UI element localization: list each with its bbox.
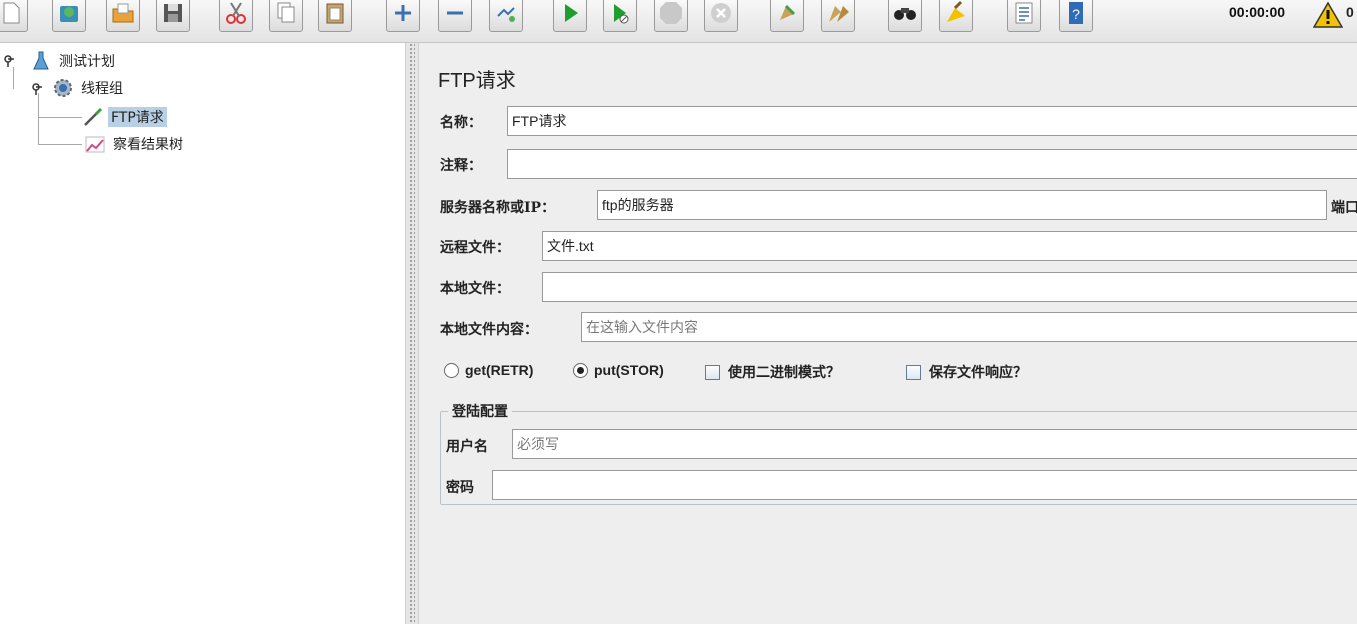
stop-icon[interactable] [654, 0, 688, 32]
clear-all-icon[interactable] [821, 0, 855, 32]
shutdown-icon[interactable] [704, 0, 738, 32]
tree-item-label: 线程组 [81, 81, 123, 97]
get-label: get(RETR) [465, 362, 534, 378]
name-field[interactable]: FTP请求 [507, 106, 1357, 136]
start-no-pauses-icon[interactable] [603, 0, 637, 32]
splitter-grip [409, 43, 415, 624]
login-config-title: 登陆配置 [448, 401, 512, 421]
binary-option[interactable]: 使用二进制模式？ [705, 362, 840, 382]
binary-checkbox[interactable] [705, 364, 720, 380]
get-radio[interactable] [444, 362, 459, 378]
tree-item-label: 察看结果树 [113, 137, 183, 153]
tree-item-label: FTP请求 [108, 107, 167, 127]
thread-group-icon [52, 77, 74, 99]
collapse-icon[interactable] [438, 0, 472, 32]
toolbar: ? 00:00:00 0 [0, 0, 1357, 43]
clear-icon[interactable] [770, 0, 804, 32]
tree-item-label: 测试计划 [59, 54, 115, 70]
tree-item-test-plan[interactable]: 测试计划 [30, 50, 118, 72]
remote-file-label: 远程文件： [440, 240, 510, 256]
warning-count: 0 [1346, 4, 1354, 20]
get-option[interactable]: get(RETR) [444, 362, 533, 378]
sampler-icon [82, 106, 104, 128]
binary-label: 使用二进制模式？ [728, 365, 840, 381]
expand-handle-icon[interactable] [2, 55, 14, 67]
test-plan-icon [30, 50, 52, 72]
server-field[interactable]: ftp的服务器 [597, 190, 1327, 220]
save-response-checkbox[interactable] [906, 364, 921, 380]
username-field[interactable]: 必须写 [512, 429, 1357, 459]
cut-icon[interactable] [219, 0, 253, 32]
copy-icon[interactable] [269, 0, 303, 32]
function-helper-icon[interactable] [1007, 0, 1041, 32]
username-label: 用户名 [446, 439, 488, 455]
toggle-icon[interactable] [489, 0, 523, 32]
open-icon[interactable] [106, 0, 140, 32]
reset-search-icon[interactable] [939, 0, 973, 32]
local-content-label: 本地文件内容： [440, 322, 538, 338]
splitter[interactable] [405, 43, 419, 624]
save-response-option[interactable]: 保存文件响应？ [906, 362, 1027, 382]
local-file-label: 本地文件： [440, 281, 510, 297]
put-radio[interactable] [573, 362, 588, 378]
test-plan-tree: 测试计划 线程组 FTP请求 察看结果树 [0, 43, 405, 624]
help-icon[interactable]: ? [1059, 0, 1093, 32]
put-option[interactable]: put(STOR) [573, 362, 664, 378]
port-label: 端口 [1331, 200, 1357, 216]
local-file-field[interactable] [542, 272, 1357, 302]
tree-item-ftp-request[interactable]: FTP请求 [82, 106, 167, 128]
password-label: 密码 [446, 480, 474, 496]
comment-field[interactable] [507, 149, 1357, 179]
page-title: FTP请求 [438, 70, 516, 92]
save-response-label: 保存文件响应？ [929, 365, 1027, 381]
start-icon[interactable] [553, 0, 587, 32]
local-content-field[interactable]: 在这输入文件内容 [581, 312, 1357, 342]
remote-file-field[interactable]: 文件.txt [542, 231, 1357, 261]
expand-handle-icon[interactable] [30, 83, 42, 95]
svg-text:?: ? [1072, 6, 1080, 22]
tree-item-view-results-tree[interactable]: 察看结果树 [84, 133, 186, 155]
listener-icon [84, 133, 106, 155]
put-label: put(STOR) [594, 362, 664, 378]
comment-label: 注释： [440, 158, 482, 174]
password-field[interactable] [492, 470, 1357, 500]
elapsed-timer: 00:00:00 [1229, 4, 1286, 20]
new-icon[interactable] [0, 0, 28, 32]
ftp-request-panel: FTP请求 名称： FTP请求 注释： 服务器名称或IP： ftp的服务器 端口… [420, 43, 1357, 624]
templates-icon[interactable] [52, 0, 86, 32]
expand-icon[interactable] [386, 0, 420, 32]
paste-icon[interactable] [318, 0, 352, 32]
name-label: 名称： [440, 115, 482, 131]
warning-icon[interactable] [1313, 1, 1343, 29]
tree-item-thread-group[interactable]: 线程组 [52, 77, 126, 99]
server-label: 服务器名称或IP： [440, 200, 556, 216]
save-icon[interactable] [156, 0, 190, 32]
search-icon[interactable] [888, 0, 922, 32]
